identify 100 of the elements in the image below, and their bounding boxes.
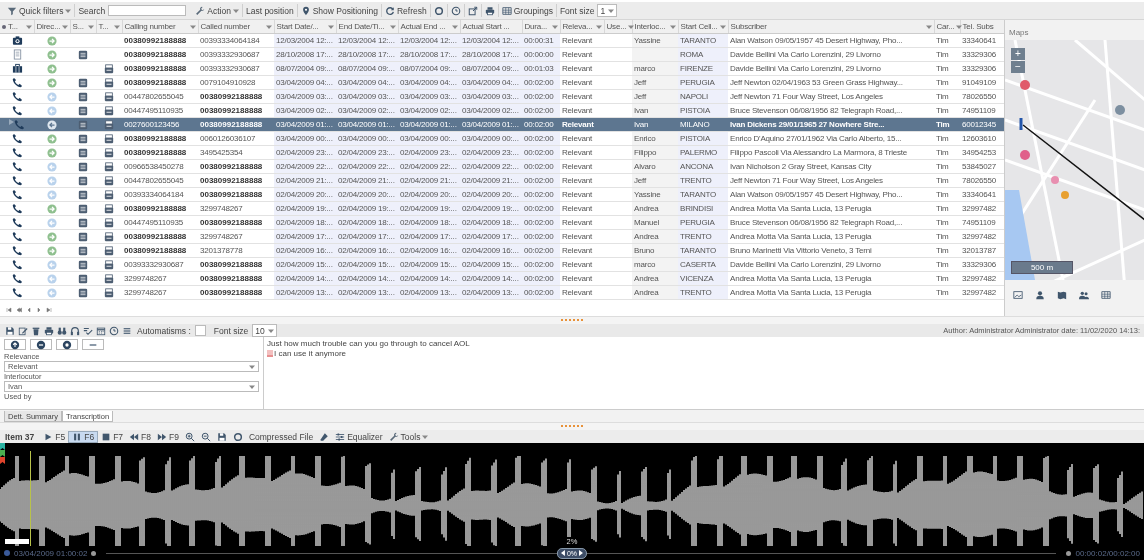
caret-icon[interactable] — [669, 23, 676, 30]
table-row[interactable]: 00380992188888 00393332930687 28/10/2008 17:... 28/10/2008 17:... 28/10/2008 17:... 28/10/2008 17:... 00:00:00 Relevant ROMA Davide Bellini Via Carlo Lorenzini, 29 Livorno Tim 33329306 — [0, 47, 1004, 62]
caret-icon[interactable] — [25, 23, 32, 30]
caret-icon[interactable] — [62, 23, 69, 30]
column-header[interactable]: Releva... — [560, 20, 604, 34]
table-row[interactable]: 00447802655045 00380992188888 03/04/2009 03:... 03/04/2009 03:... 03/04/2009 03:... 03/04/2009 03:... 00:02:00 Relevant Jeff NAPOLI Jeff Newton 71 Four Way Street, Los Angeles Tim 78026550 — [0, 89, 1004, 104]
column-header[interactable]: End Date/Ti... — [336, 20, 398, 34]
icon-button[interactable] — [30, 325, 42, 336]
toolbar-button[interactable]: Show Positioning — [297, 4, 382, 17]
icon-button[interactable] — [95, 325, 107, 336]
caret-icon[interactable] — [189, 23, 196, 30]
people-icon[interactable] — [1079, 290, 1089, 300]
toolbar-button[interactable]: Action — [192, 4, 243, 17]
toolbar-button[interactable]: Equalizer — [332, 430, 386, 443]
caret-icon[interactable] — [451, 23, 458, 30]
toolbar-button[interactable]: Tools — [385, 430, 432, 443]
previous-page-icon[interactable] — [16, 307, 22, 313]
toolbar-button[interactable]: F5 — [40, 430, 69, 443]
table-row[interactable]: 00380992188888 00393334064184 12/03/2004 12:... 12/03/2004 12:... 12/03/2004 12:... 12/03/2004 12:... 00:00:31 Relevant Yassine TARANTO Alan Watson 09/05/1957 45 Desert Highway, Pho... Tim 33340641 — [0, 33, 1004, 48]
caret-icon[interactable] — [925, 23, 932, 30]
column-header[interactable]: Dura... — [522, 20, 560, 34]
table-row[interactable]: 00380992188888 0060126036107 03/04/2009 00:... 03/04/2009 00:... 03/04/2009 00:... 03/04/2009 00:... 00:02:00 Relevant Enrico PISTOIA Enrico D'Aquino 27/01/1962 Via Carlo Alberto, 15... Tim 12603610 — [0, 131, 1004, 146]
icon-button[interactable] — [43, 325, 55, 336]
marker-flag-icon[interactable] — [0, 443, 5, 450]
column-header[interactable]: Interloc... — [632, 20, 678, 34]
table-row[interactable]: 00380992188888 3495425354 02/04/2009 23:... 02/04/2009 23:... 02/04/2009 23:... 02/04/2009 23:... 00:02:00 Relevant Filippo PALERMO Filippo Pascoli Via Alessandro La Marmora, 8 Trieste Tim 34954253 — [0, 145, 1004, 160]
back-icon[interactable] — [26, 307, 32, 313]
checkbox[interactable] — [194, 325, 206, 336]
zoom-in-button[interactable]: + — [1011, 48, 1025, 60]
column-header[interactable]: Actual End ... — [398, 20, 460, 34]
font-size-select[interactable]: 10 — [252, 324, 277, 337]
marker-flag-icon[interactable] — [0, 450, 5, 457]
icon-button[interactable] — [121, 325, 133, 336]
column-header[interactable]: S... — [70, 20, 96, 34]
toolbar-button[interactable]: F9 — [154, 430, 182, 443]
column-header[interactable]: Actual Start ... — [460, 20, 522, 34]
column-header[interactable]: Tel. Subs — [960, 20, 1004, 34]
first-page-icon[interactable] — [6, 307, 12, 313]
relevance-button[interactable] — [4, 339, 26, 350]
column-header[interactable]: Start Date/... — [274, 20, 336, 34]
table-row[interactable]: 00380992188888 3201378778 02/04/2009 16:... 02/04/2009 16:... 02/04/2009 16:... 02/04/2009 16:... 00:02:00 Relevant Bruno TARANTO Bruno Marinetti Via Vittorio Veneto, 3 Terni Tim 32013787 — [0, 243, 1004, 258]
toolbar-button[interactable]: Last position — [242, 4, 298, 17]
column-header[interactable]: Direc... — [34, 20, 70, 34]
table-row[interactable]: 0027600123456 00380992188888 03/04/2009 01:... 03/04/2009 01:... 03/04/2009 01:... 03/04/2009 01:... 00:02:00 Relevant Ivan MILANO Ivan Dickens 29/01/1965 27 Nowhere Stre... Tim 60012345 — [0, 117, 1004, 132]
table-row[interactable]: 00380992188888 3299748267 02/04/2009 19:... 02/04/2009 19:... 02/04/2009 19:... 02/04/2009 19:... 00:02:00 Relevant Andrea BRINDISI Andrea Motta Via Santa Lucia, 13 Perugia Tim 32997482 — [0, 201, 1004, 216]
table-row[interactable]: 00447495110935 00380992188888 02/04/2009 18:... 02/04/2009 18:... 02/04/2009 18:... 02/04/2009 18:... 00:02:00 Relevant Manuel PERUGIA Bruce Stevenson 06/08/1956 82 Telegraph Road,... Tim 74951109 — [0, 215, 1004, 230]
scroll-thumb[interactable] — [5, 539, 29, 544]
table-row[interactable]: 00447495110935 00380992188888 03/04/2009 02:... 03/04/2009 02:... 03/04/2009 02:... 03/04/2009 02:... 00:02:00 Relevant Ivan PISTOIA Bruce Stevenson 06/08/1956 82 Telegraph Road,... Tim 74951109 — [0, 103, 1004, 118]
column-header[interactable]: Subscriber — [728, 20, 934, 34]
table-row[interactable]: 00393334064184 00380992188888 02/04/2009 20:... 02/04/2009 20:... 02/04/2009 20:... 02/04/2009 20:... 00:02:00 Relevant Yassine TARANTO Alan Watson 09/05/1957 45 Desert Highway, Pho... Tim 33340641 — [0, 187, 1004, 202]
next-icon[interactable] — [36, 307, 42, 313]
table-row[interactable]: 00380992188888 00393332930687 08/07/2004 09:... 08/07/2004 09:... 08/07/2004 09:... 08/07/2004 09:... 00:01:03 Relevant marco FIRENZE Davide Bellini Via Carlo Lorenzini, 29 Livorno Tim 33329306 — [0, 61, 1004, 76]
toolbar-button[interactable]: F6 — [68, 430, 99, 443]
table-row[interactable]: 00393332930687 00380992188888 02/04/2009 15:... 02/04/2009 15:... 02/04/2009 15:... 02/04/2009 15:... 00:02:00 Relevant marco CASERTA Davide Bellini Via Carlo Lorenzini, 29 Livorno Tim 33329306 — [0, 257, 1004, 272]
column-header[interactable]: Called number — [198, 20, 274, 34]
last-page-icon[interactable] — [46, 307, 52, 313]
caret-icon[interactable] — [551, 23, 558, 30]
relevance-button[interactable] — [56, 339, 78, 350]
column-header[interactable]: Car... — [934, 20, 960, 34]
toolbar-button[interactable]: Refresh — [381, 4, 431, 17]
table-row[interactable]: 00966538450278 00380992188888 02/04/2009 22:... 02/04/2009 22:... 02/04/2009 22:... 02/04/2009 22:... 00:02:00 Relevant Alvaro ANCONA Ivan Nicholson 2 Gray Street, Kansas City Tim 53845027 — [0, 159, 1004, 174]
resize-handle[interactable] — [561, 425, 583, 428]
caret-icon[interactable] — [595, 23, 602, 30]
search-field[interactable] — [108, 5, 187, 16]
person-icon[interactable] — [1035, 290, 1045, 300]
resize-handle[interactable] — [561, 319, 583, 322]
slider-end-handle[interactable] — [1066, 550, 1072, 556]
icon-button[interactable] — [69, 325, 81, 336]
column-header[interactable]: T... — [0, 20, 34, 34]
table-row[interactable]: 3299748267 00380992188888 02/04/2009 13:... 02/04/2009 13:... 02/04/2009 13:... 02/04/2009 13:... 00:02:00 Relevant Andrea TRENTO Andrea Motta Via Santa Lucia, 13 Perugia Tim 32997482 — [0, 285, 1004, 300]
map-icon[interactable] — [1057, 290, 1067, 300]
column-header[interactable]: Calling number — [122, 20, 198, 34]
caret-icon[interactable] — [87, 23, 94, 30]
slider-end-handle[interactable] — [91, 550, 97, 556]
marker-flag-icon[interactable] — [0, 457, 5, 464]
column-header[interactable]: Use... — [604, 20, 632, 34]
caret-icon[interactable] — [113, 23, 120, 30]
column-header[interactable]: T... — [96, 20, 122, 34]
icon-button[interactable] — [108, 325, 120, 336]
icon-button[interactable] — [82, 325, 94, 336]
table-row[interactable]: 3299748267 00380992188888 02/04/2009 14:... 02/04/2009 14:... 02/04/2009 14:... 02/04/2009 14:... 00:02:00 Relevant Andrea VICENZA Andrea Motta Via Santa Lucia, 13 Perugia Tim 32997482 — [0, 271, 1004, 286]
icon-button[interactable] — [4, 325, 16, 336]
toolbar-button[interactable]: F7 — [98, 430, 127, 443]
caret-icon[interactable] — [327, 23, 334, 30]
caret-icon[interactable] — [719, 23, 726, 30]
icon-button[interactable] — [17, 325, 29, 336]
zoom-out-button[interactable]: − — [1011, 61, 1025, 73]
caret-icon[interactable] — [389, 23, 396, 30]
icon-button[interactable] — [56, 325, 68, 336]
table-row[interactable]: 00380992188888 3299748267 02/04/2009 17:... 02/04/2009 17:... 02/04/2009 17:... 02/04/2009 17:... 00:02:00 Relevant Andrea TRENTO Andrea Motta Via Santa Lucia, 13 Perugia Tim 32997482 — [0, 229, 1004, 244]
font-size-select[interactable]: 1 — [597, 4, 618, 17]
table-row[interactable]: 00380992188888 0079104910928 03/04/2009 04:... 03/04/2009 04:... 03/04/2009 04:... 03/04/2009 04:... 00:02:00 Relevant Jeff PERUGIA Jeff Newton 02/04/1963 53 Green Grass Highway... Tim 91049109 — [0, 75, 1004, 90]
column-header[interactable]: Start Cell... — [678, 20, 728, 34]
caret-icon[interactable] — [265, 23, 272, 30]
table-row[interactable]: 00447802655045 00380992188888 02/04/2009 21:... 02/04/2009 21:... 02/04/2009 21:... 02/04/2009 21:... 00:02:00 Relevant Jeff TRENTO Jeff Newton 71 Four Way Street, Los Angeles Tim 78026550 — [0, 173, 1004, 188]
picture-icon[interactable] — [1013, 290, 1023, 300]
toolbar-button[interactable]: Compressed File — [245, 430, 317, 443]
toolbar-button[interactable]: F8 — [126, 430, 154, 443]
toolbar-button[interactable]: Groupings — [498, 4, 557, 17]
relevance-button[interactable] — [30, 339, 52, 350]
